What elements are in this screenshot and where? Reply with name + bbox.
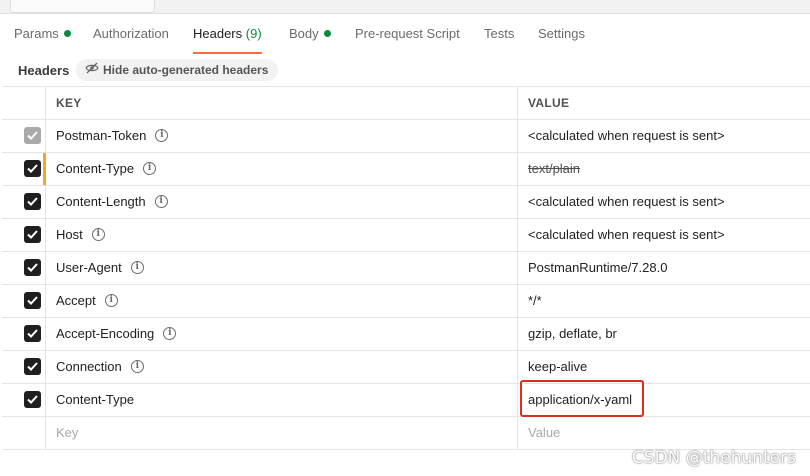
- table-row: Host i <calculated when request is sent>: [2, 219, 810, 252]
- row-checkbox[interactable]: [24, 391, 41, 408]
- table-row: Accept-Encoding i gzip, deflate, br: [2, 318, 810, 351]
- checkmark-icon: [27, 230, 38, 239]
- info-icon[interactable]: i: [104, 294, 118, 308]
- hide-auto-generated-headers-button[interactable]: Hide auto-generated headers: [76, 59, 279, 81]
- header-value[interactable]: <calculated when request is sent>: [518, 120, 810, 152]
- header-key[interactable]: Content-Length: [56, 194, 146, 209]
- header-key[interactable]: Content-Type: [56, 161, 134, 176]
- checkmark-icon: [27, 296, 38, 305]
- request-bar-strip: [0, 0, 810, 14]
- params-indicator-dot: [63, 30, 71, 38]
- checkmark-icon: [27, 131, 38, 140]
- row-checkbox[interactable]: [24, 193, 41, 210]
- body-indicator-dot: [323, 30, 331, 38]
- header-value[interactable]: gzip, deflate, br: [518, 318, 810, 350]
- tab-params-label: Params: [14, 26, 59, 41]
- header-key[interactable]: Accept-Encoding: [56, 326, 154, 341]
- header-key[interactable]: Content-Type: [46, 384, 518, 416]
- row-checkbox[interactable]: [24, 358, 41, 375]
- tab-pre-request-script[interactable]: Pre-request Script: [355, 14, 460, 54]
- info-icon[interactable]: i: [130, 360, 144, 374]
- row-checkbox[interactable]: [24, 259, 41, 276]
- tab-headers-label: Headers: [193, 26, 243, 41]
- tab-tests-label: Tests: [484, 26, 515, 41]
- table-row: Connection i keep-alive: [2, 351, 810, 384]
- row-checkbox[interactable]: [24, 160, 41, 177]
- table-row-new: Key Value: [2, 417, 810, 450]
- header-value[interactable]: PostmanRuntime/7.28.0: [518, 252, 810, 284]
- table-row: Content-Type i text/plain: [2, 153, 810, 186]
- request-tabs: Params Authorization Headers (9) Body Pr…: [0, 14, 810, 54]
- header-key[interactable]: Accept: [56, 293, 96, 308]
- tab-headers[interactable]: Headers (9): [193, 14, 262, 54]
- table-header-row: KEY VALUE: [2, 87, 810, 120]
- info-icon[interactable]: i: [143, 162, 157, 176]
- checkmark-icon: [27, 329, 38, 338]
- header-value-overridden[interactable]: text/plain: [528, 161, 580, 176]
- header-value[interactable]: <calculated when request is sent>: [518, 186, 810, 218]
- header-value[interactable]: keep-alive: [518, 351, 810, 383]
- checkmark-icon: [27, 164, 38, 173]
- tab-params[interactable]: Params: [14, 14, 71, 54]
- tab-tests[interactable]: Tests: [484, 14, 514, 54]
- checkmark-icon: [27, 395, 38, 404]
- row-checkbox[interactable]: [24, 127, 41, 144]
- hide-button-label: Hide auto-generated headers: [103, 63, 269, 77]
- tab-authorization[interactable]: Authorization: [93, 14, 169, 54]
- tab-headers-count: (9): [245, 26, 262, 41]
- tab-settings[interactable]: Settings: [538, 14, 585, 54]
- tab-body[interactable]: Body: [289, 14, 331, 54]
- checkmark-icon: [27, 197, 38, 206]
- tab-pre-request-label: Pre-request Script: [355, 26, 460, 41]
- watermark: CSDN @thehunters: [631, 448, 796, 468]
- column-header-value: VALUE: [528, 96, 570, 110]
- header-value[interactable]: application/x-yaml: [518, 384, 810, 416]
- checkmark-icon: [27, 362, 38, 371]
- tab-body-label: Body: [289, 26, 319, 41]
- tab-settings-label: Settings: [538, 26, 585, 41]
- info-icon[interactable]: i: [91, 228, 105, 242]
- info-icon[interactable]: i: [130, 261, 144, 275]
- row-checkbox[interactable]: [24, 226, 41, 243]
- table-row: Postman-Token i <calculated when request …: [2, 120, 810, 153]
- headers-subbar: Headers Hide auto-generated headers: [0, 56, 810, 84]
- headers-section-title: Headers: [18, 63, 70, 78]
- header-key[interactable]: User-Agent: [56, 260, 122, 275]
- header-value[interactable]: */*: [518, 285, 810, 317]
- table-row: Accept i */*: [2, 285, 810, 318]
- info-icon[interactable]: i: [154, 195, 168, 209]
- header-value[interactable]: <calculated when request is sent>: [518, 219, 810, 251]
- method-selector-edge[interactable]: [10, 0, 155, 13]
- new-value-input[interactable]: Value: [518, 417, 810, 449]
- row-checkbox[interactable]: [24, 325, 41, 342]
- info-icon[interactable]: i: [163, 327, 177, 341]
- header-key[interactable]: Postman-Token: [56, 128, 146, 143]
- row-checkbox[interactable]: [24, 292, 41, 309]
- header-checkbox-column: [2, 87, 46, 119]
- header-key[interactable]: Host: [56, 227, 83, 242]
- tab-authorization-label: Authorization: [93, 26, 169, 41]
- eye-slash-icon: [85, 59, 99, 81]
- table-row: Content-Type application/x-yaml: [2, 384, 810, 417]
- checkmark-icon: [27, 263, 38, 272]
- new-key-input[interactable]: Key: [46, 417, 518, 449]
- table-row: User-Agent i PostmanRuntime/7.28.0: [2, 252, 810, 285]
- table-row: Content-Length i <calculated when request…: [2, 186, 810, 219]
- column-header-key: KEY: [46, 87, 518, 119]
- header-key[interactable]: Connection: [56, 359, 122, 374]
- info-icon[interactable]: i: [155, 129, 169, 143]
- headers-table: KEY VALUE Postman-Token i <calculated whe…: [2, 86, 810, 450]
